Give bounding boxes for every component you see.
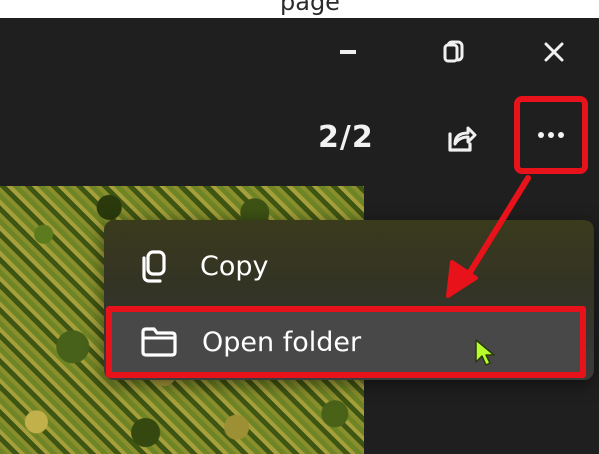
folder-icon bbox=[141, 327, 177, 357]
share-button[interactable] bbox=[434, 112, 488, 166]
restore-button[interactable] bbox=[424, 28, 484, 76]
restore-icon bbox=[443, 40, 464, 63]
menu-item-open-folder[interactable]: Open folder bbox=[106, 306, 586, 378]
top-caption-text: page bbox=[280, 0, 340, 16]
image-counter: 2/2 bbox=[318, 120, 374, 155]
mouse-cursor-icon bbox=[475, 339, 495, 366]
close-icon bbox=[544, 42, 564, 62]
close-button[interactable] bbox=[524, 28, 584, 76]
more-options-icon bbox=[538, 132, 564, 138]
minimize-button[interactable] bbox=[318, 28, 378, 76]
context-menu: Copy Open folder bbox=[104, 220, 594, 380]
copy-icon bbox=[142, 250, 166, 283]
more-options-button[interactable] bbox=[514, 96, 588, 174]
top-caption-strip: page bbox=[0, 0, 599, 18]
menu-item-copy[interactable]: Copy bbox=[104, 230, 594, 302]
menu-item-label: Open folder bbox=[202, 326, 362, 358]
share-icon bbox=[448, 126, 477, 152]
menu-item-label: Copy bbox=[200, 250, 269, 282]
minimize-icon bbox=[340, 50, 356, 54]
